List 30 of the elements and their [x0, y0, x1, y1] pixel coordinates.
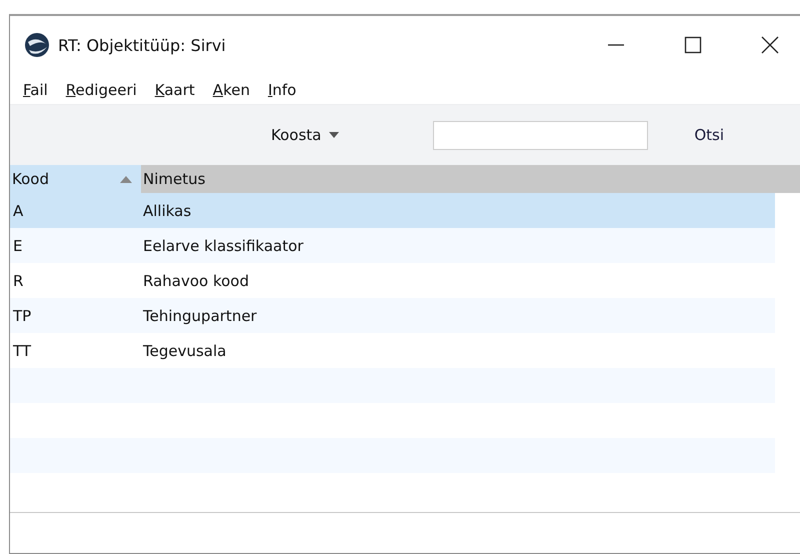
menu-item[interactable]: Fail — [23, 81, 48, 99]
globe-icon — [24, 32, 50, 58]
table-row[interactable]: E Eelarve klassifikaator — [10, 228, 775, 263]
create-button[interactable]: Koosta — [267, 122, 344, 148]
table-cell-text: Rahavoo kood — [142, 272, 250, 290]
menu-item[interactable]: Aken — [212, 81, 250, 99]
menu-item[interactable]: Info — [268, 81, 296, 99]
window-title: RT: Objektitüüp: Sirvi — [58, 36, 227, 54]
table-cell-text: R — [12, 272, 24, 290]
caret-icon — [329, 132, 340, 138]
search-button[interactable]: Otsi — [690, 122, 728, 148]
table-cell-text: E — [12, 236, 24, 254]
table-cell-text: TT — [12, 342, 32, 360]
table-cell-text: A — [12, 202, 24, 220]
column-header[interactable]: Kood — [10, 165, 141, 193]
table-cell-text: Tegevusala — [142, 342, 226, 360]
table-cell-text: Allikas — [142, 202, 192, 220]
search-field[interactable] — [433, 120, 648, 150]
table-row[interactable]: TP Tehingupartner — [10, 298, 775, 333]
menu-item[interactable]: Redigeeri — [66, 81, 137, 99]
maximize-icon — [683, 35, 703, 55]
table-cell-text: Tehingupartner — [142, 306, 257, 324]
table-row[interactable]: A Allikas — [10, 193, 775, 228]
menu-item[interactable]: Kaart — [154, 81, 195, 99]
minimize-icon — [608, 44, 624, 46]
close-icon — [760, 35, 780, 55]
sort-ascending-icon — [120, 176, 132, 182]
column-header[interactable]: Nimetus — [141, 165, 800, 193]
table-cell-text: TP — [12, 306, 32, 324]
table-cell-text: Eelarve klassifikaator — [142, 236, 304, 254]
